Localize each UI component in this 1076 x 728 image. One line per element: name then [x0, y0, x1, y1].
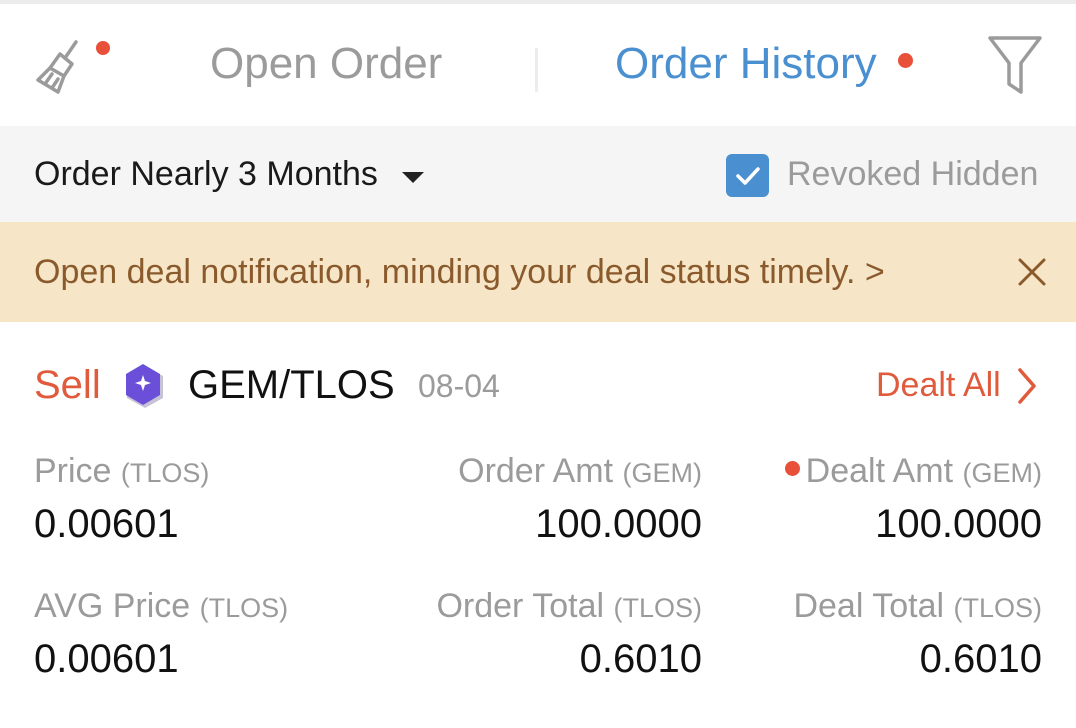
tab-order-history[interactable]: Order History: [615, 38, 877, 90]
deal-total-label: Deal Total (TLOS): [793, 587, 1042, 625]
dealt-all-link[interactable]: Dealt All: [876, 362, 1001, 408]
trading-pair: GEM/TLOS: [188, 363, 395, 407]
order-side: Sell: [34, 363, 101, 407]
check-icon: [736, 167, 760, 185]
order-total-label: Order Total (TLOS): [436, 587, 702, 625]
deal-total-value: 0.6010: [919, 637, 1042, 681]
order-date: 08-04: [418, 368, 500, 404]
avg-price-label: AVG Price (TLOS): [34, 587, 289, 625]
notification-dot: [784, 461, 800, 476]
order-amt-value: 100.0000: [535, 502, 702, 546]
filter-bar: Order Nearly 3 Months Revoked Hidden: [0, 126, 1076, 222]
notice-link[interactable]: Open deal notification, minding your dea…: [34, 250, 885, 294]
revoked-hidden-checkbox[interactable]: [726, 154, 769, 197]
order-amt-label: Order Amt (GEM): [458, 452, 702, 490]
header: Open Order Order History: [0, 4, 1076, 126]
close-icon[interactable]: [1016, 256, 1048, 288]
gem-coin-icon: [123, 362, 167, 412]
dealt-amt-label: Dealt Amt (GEM): [784, 449, 1042, 495]
chevron-right-icon[interactable]: [1014, 366, 1040, 406]
filter-icon[interactable]: [986, 34, 1044, 96]
broom-icon[interactable]: [30, 34, 94, 98]
caret-down-icon[interactable]: [402, 172, 424, 183]
notification-dot: [96, 41, 110, 55]
order-total-value: 0.6010: [579, 637, 702, 681]
tab-divider: [535, 48, 538, 92]
order-card[interactable]: Sell GEM/TLOS 08-04 Dealt All Price (TLO…: [0, 322, 1076, 728]
notification-banner: Open deal notification, minding your dea…: [0, 222, 1076, 322]
dealt-amt-value: 100.0000: [875, 502, 1042, 546]
tab-open-order[interactable]: Open Order: [210, 38, 442, 90]
notification-dot: [898, 53, 913, 68]
date-range-dropdown[interactable]: Order Nearly 3 Months: [34, 152, 378, 196]
price-value: 0.00601: [34, 502, 179, 546]
avg-price-value: 0.00601: [34, 637, 179, 681]
revoked-hidden-label[interactable]: Revoked Hidden: [787, 152, 1038, 196]
order-history-screen: Open Order Order History Order Nearly 3 …: [0, 0, 1076, 728]
price-label: Price (TLOS): [34, 452, 210, 490]
